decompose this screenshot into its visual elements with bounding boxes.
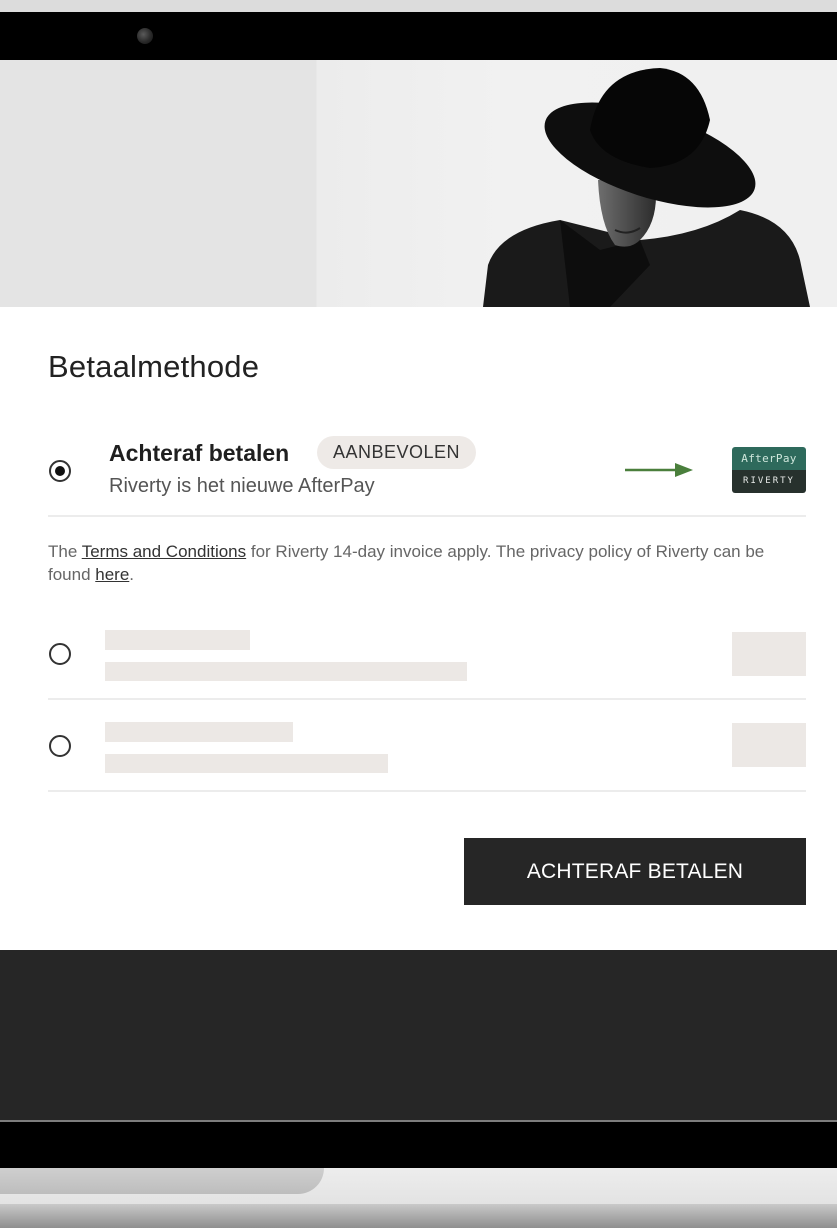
afterpay-riverty-logo: AfterPay RIVERTY — [732, 447, 806, 493]
placeholder-title — [105, 722, 293, 742]
terms-text-end: . — [129, 565, 135, 584]
screen-dark-footer — [0, 950, 837, 1120]
recommended-badge: AANBEVOLEN — [317, 436, 477, 469]
placeholder-title — [105, 630, 250, 650]
terms-text-start: The — [48, 542, 82, 561]
divider — [48, 698, 806, 700]
privacy-policy-link[interactable]: here — [95, 565, 129, 584]
laptop-base-lip — [0, 1204, 837, 1228]
laptop-base-shelf — [0, 1168, 324, 1194]
placeholder-logo — [732, 632, 806, 676]
logo-afterpay-text: AfterPay — [732, 447, 806, 470]
terms-and-conditions-link[interactable]: Terms and Conditions — [82, 542, 246, 561]
radio-option-2[interactable] — [49, 643, 71, 665]
logo-riverty-text: RIVERTY — [732, 470, 806, 493]
laptop-top-edge — [0, 0, 837, 12]
placeholder-subtitle — [105, 754, 388, 773]
achteraf-betalen-button[interactable]: ACHTERAF BETALEN — [464, 838, 806, 905]
checkout-panel: Betaalmethode Achteraf betalen AANBEVOLE… — [0, 307, 837, 950]
divider — [48, 790, 806, 792]
laptop-bottom-bezel — [0, 1122, 837, 1168]
radio-achteraf-betalen[interactable] — [49, 460, 71, 482]
terms-text: The Terms and Conditions for Riverty 14-… — [48, 540, 808, 586]
placeholder-logo — [732, 723, 806, 767]
divider — [48, 515, 806, 517]
radio-option-3[interactable] — [49, 735, 71, 757]
placeholder-subtitle — [105, 662, 467, 681]
arrow-right-icon — [625, 463, 693, 477]
payment-option-subtitle: Riverty is het nieuwe AfterPay — [109, 475, 375, 497]
page-title: Betaalmethode — [48, 349, 260, 384]
man-in-black-hat-illustration — [483, 68, 810, 307]
hero-image — [0, 60, 837, 307]
payment-option-title: Achteraf betalen — [109, 440, 290, 466]
laptop-top-bezel — [0, 12, 837, 60]
webcam-icon — [137, 28, 153, 44]
